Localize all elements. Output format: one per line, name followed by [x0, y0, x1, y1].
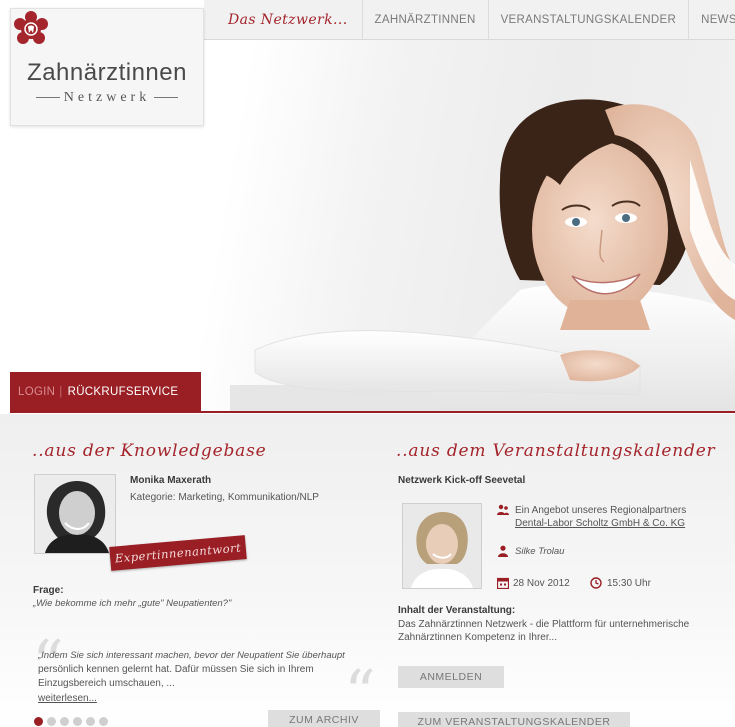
clock-icon: [590, 577, 602, 589]
speaker-person-icon: [498, 545, 508, 557]
speaker-portrait: [402, 503, 482, 589]
event-content-label: Inhalt der Veranstaltung:: [398, 605, 516, 616]
hero-bottom-line: [10, 411, 735, 413]
login-bar: LOGIN | RÜCKRUFSERVICE: [10, 372, 201, 412]
callback-service-link[interactable]: RÜCKRUFSERVICE: [68, 386, 179, 398]
login-link[interactable]: LOGIN: [18, 386, 55, 398]
nav-item-news[interactable]: NEWS: [688, 0, 735, 40]
logo-subtitle: Netzwerk: [11, 90, 203, 106]
slider-dot[interactable]: [99, 717, 108, 726]
login-separator: |: [59, 386, 63, 398]
slider-dot[interactable]: [73, 717, 82, 726]
logo-name: Zahnärztinnen: [27, 59, 187, 86]
expert-portrait: [34, 474, 116, 554]
slider-dot[interactable]: [34, 717, 43, 726]
partner-offer-text: Ein Angebot unseres Regionalpartners: [515, 505, 687, 516]
archive-button[interactable]: ZUM ARCHIV: [268, 710, 380, 727]
event-date: 28 Nov 2012: [513, 578, 570, 589]
hero-banner: Zahnärztinnen Netzwerk LOGIN | RÜCKRUFSE…: [0, 0, 735, 413]
event-calendar-button[interactable]: ZUM VERANSTALTUNGSKALENDER: [398, 712, 630, 727]
partner-people-icon: [497, 504, 509, 515]
nav-item-das-netzwerk[interactable]: Das Netzwerk...: [204, 0, 362, 40]
question-label: Frage:: [33, 585, 64, 596]
logo[interactable]: Zahnärztinnen Netzwerk: [10, 8, 204, 126]
event-content-line-2: Zahnärztinnen Kompetenz in Ihrer...: [398, 632, 557, 643]
slider-dot[interactable]: [86, 717, 95, 726]
answer-line-1: „Indem Sie sich interessant machen, bevo…: [38, 650, 345, 661]
event-time: 15:30 Uhr: [607, 578, 651, 589]
slider-dots: [34, 717, 108, 726]
nav-item-zahnaerztinnen[interactable]: ZAHNÄRZTINNEN: [361, 0, 488, 40]
expert-category: Kategorie: Marketing, Kommunikation/NLP: [130, 492, 319, 503]
partner-link[interactable]: Dental-Labor Scholtz GmbH & Co. KG: [515, 518, 685, 529]
nav-item-veranstaltungskalender[interactable]: VERANSTALTUNGSKALENDER: [487, 0, 689, 40]
answer-line-3: Einzugsbereich umschauen, ...: [38, 678, 175, 689]
expert-photo: [35, 475, 115, 553]
event-name: Netzwerk Kick-off Seevetal: [398, 475, 526, 486]
expert-name: Monika Maxerath: [130, 475, 212, 486]
speaker-photo: [403, 504, 481, 588]
event-content-line-1: Das Zahnärztinnen Netzwerk - die Plattfo…: [398, 619, 690, 630]
slider-dot[interactable]: [47, 717, 56, 726]
main-nav: Das Netzwerk... ZAHNÄRZTINNEN VERANSTALT…: [204, 0, 735, 40]
events-title: ..aus dem Veranstaltungskalender: [396, 441, 716, 461]
calendar-icon: [497, 577, 509, 589]
knowledgebase-title: ..aus der Knowledgebase: [32, 441, 267, 461]
speaker-name: Silke Trolau: [515, 546, 565, 557]
register-button[interactable]: ANMELDEN: [398, 666, 504, 688]
question-text: „Wie bekomme ich mehr „gute" Neupatiente…: [33, 598, 232, 609]
tooth-flower-logo-icon: [14, 11, 48, 44]
answer-line-2: persönlich kennen gelernt hat. Dafür müs…: [38, 664, 314, 675]
read-more-link[interactable]: weiterlesen...: [38, 693, 97, 704]
slider-dot[interactable]: [60, 717, 69, 726]
